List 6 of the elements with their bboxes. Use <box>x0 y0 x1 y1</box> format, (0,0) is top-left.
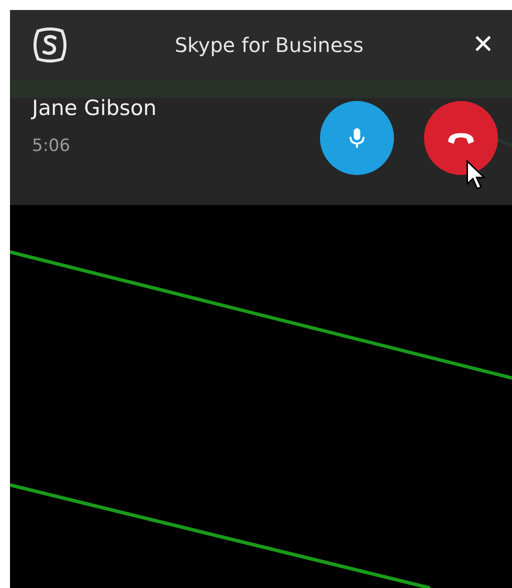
window-title: Skype for Business <box>174 33 364 57</box>
mouse-pointer-icon <box>466 160 486 190</box>
call-duration: 5:06 <box>32 136 72 156</box>
caller-name: Jane Gibson <box>32 96 158 120</box>
close-button[interactable]: ✕ <box>468 30 498 60</box>
phone-icon <box>446 130 476 146</box>
